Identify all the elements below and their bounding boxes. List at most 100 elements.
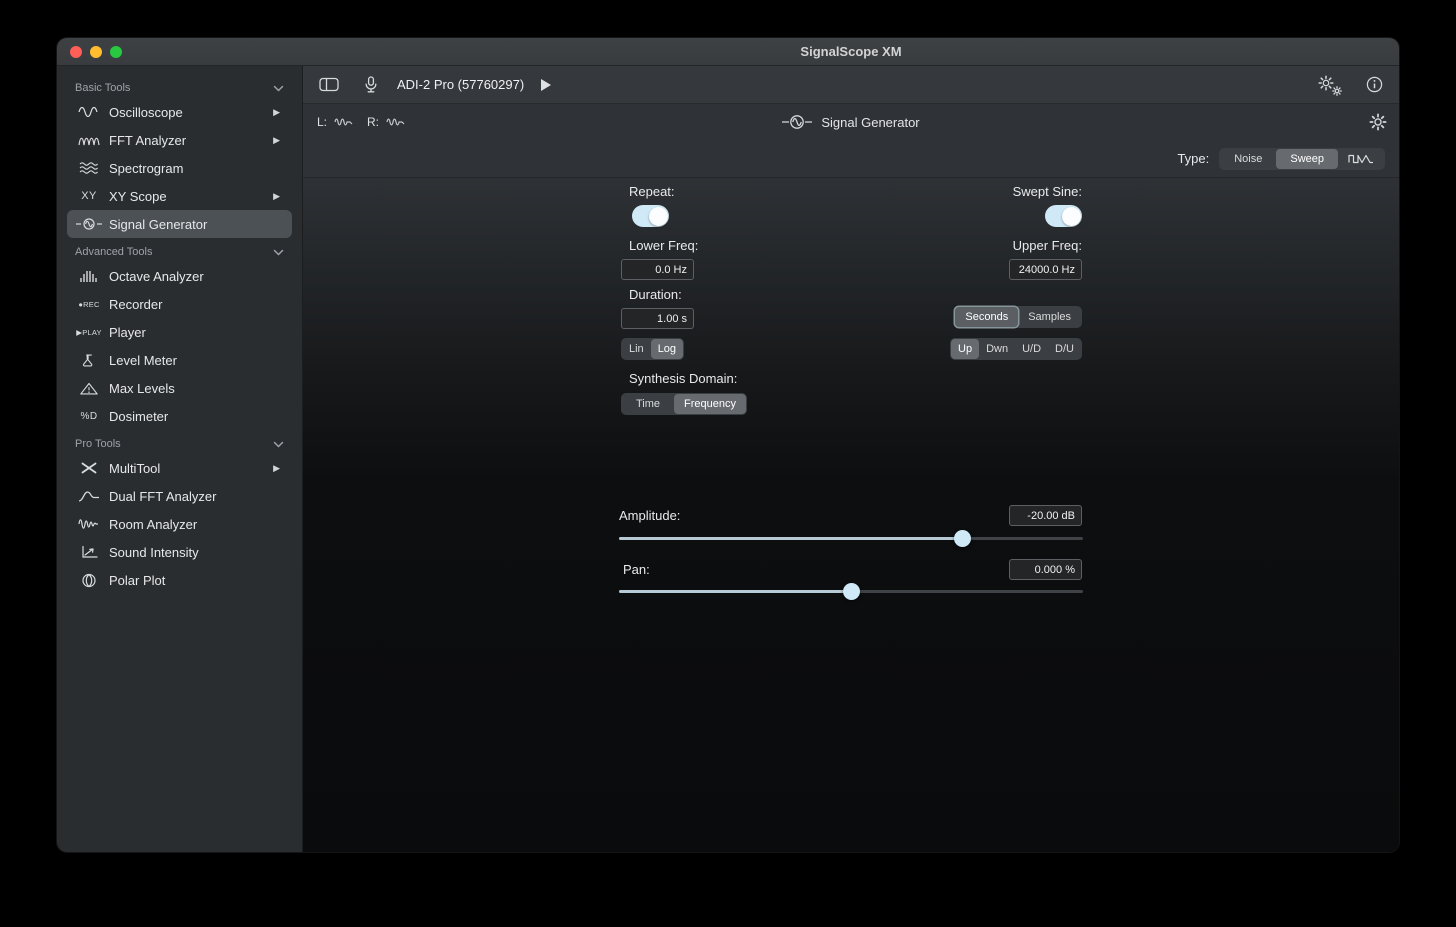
duration-unit-samples[interactable]: Samples bbox=[1018, 307, 1081, 327]
lower-freq-label: Lower Freq: bbox=[629, 238, 698, 253]
sidebar-item-label: Octave Analyzer bbox=[109, 269, 204, 284]
direction-option-ud[interactable]: U/D bbox=[1015, 339, 1048, 359]
tool-subheader: L: R: Signal Generator bbox=[303, 104, 1399, 178]
sweep-direction-segmented-control: Up Dwn U/D D/U bbox=[950, 338, 1082, 360]
sidebar-item-octave-analyzer[interactable]: Octave Analyzer bbox=[67, 262, 292, 290]
direction-option-dwn[interactable]: Dwn bbox=[979, 339, 1015, 359]
record-icon: ●REC bbox=[73, 300, 105, 309]
multitool-icon bbox=[73, 461, 105, 475]
repeat-toggle[interactable] bbox=[632, 205, 669, 227]
amplitude-slider[interactable] bbox=[618, 530, 1084, 547]
type-segmented-control: Noise Sweep bbox=[1219, 148, 1385, 170]
device-name[interactable]: ADI-2 Pro (57760297) bbox=[397, 77, 524, 92]
minimize-button[interactable] bbox=[90, 46, 102, 58]
amplitude-input[interactable] bbox=[1009, 505, 1082, 526]
lower-freq-input[interactable] bbox=[621, 259, 694, 280]
slider-fill bbox=[619, 590, 852, 593]
direction-option-du[interactable]: D/U bbox=[1048, 339, 1081, 359]
pan-slider[interactable] bbox=[618, 583, 1084, 600]
sidebar-item-label: Signal Generator bbox=[109, 217, 207, 232]
traffic-lights bbox=[70, 46, 122, 58]
right-meter-icon[interactable] bbox=[386, 116, 406, 128]
sidebar-item-xy-scope[interactable]: XY XY Scope ▶ bbox=[67, 182, 292, 210]
direction-option-up[interactable]: Up bbox=[951, 339, 979, 359]
info-button[interactable] bbox=[1366, 76, 1383, 93]
sidebar-item-spectrogram[interactable]: Spectrogram bbox=[67, 154, 292, 182]
section-header-basic-tools[interactable]: Basic Tools bbox=[67, 77, 292, 98]
sidebar-item-player[interactable]: ▶PLAY Player bbox=[67, 318, 292, 346]
pan-input[interactable] bbox=[1009, 559, 1082, 580]
pan-label: Pan: bbox=[623, 562, 650, 577]
section-label: Advanced Tools bbox=[75, 246, 152, 258]
spectrogram-icon bbox=[73, 161, 105, 175]
chevron-down-icon[interactable] bbox=[273, 85, 284, 92]
xy-scope-icon: XY bbox=[73, 190, 105, 202]
sidebar: Basic Tools Oscilloscope ▶ FFT Analyzer … bbox=[57, 66, 303, 852]
close-button[interactable] bbox=[70, 46, 82, 58]
synthesis-option-time[interactable]: Time bbox=[622, 394, 674, 414]
signal-generator-icon bbox=[782, 113, 812, 131]
sidebar-item-sound-intensity[interactable]: Sound Intensity bbox=[67, 538, 292, 566]
sidebar-item-multitool[interactable]: MultiTool ▶ bbox=[67, 454, 292, 482]
arbitrary-waveform-icon bbox=[1348, 153, 1374, 165]
octave-analyzer-icon bbox=[73, 269, 105, 283]
sidebar-item-label: Polar Plot bbox=[109, 573, 165, 588]
synthesis-option-frequency[interactable]: Frequency bbox=[674, 394, 746, 414]
section-header-pro-tools[interactable]: Pro Tools bbox=[67, 433, 292, 454]
duration-input[interactable] bbox=[621, 308, 694, 329]
sidebar-item-fft-analyzer[interactable]: FFT Analyzer ▶ bbox=[67, 126, 292, 154]
level-meter-icon bbox=[73, 353, 105, 368]
chevron-down-icon[interactable] bbox=[273, 441, 284, 448]
sidebar-item-level-meter[interactable]: Level Meter bbox=[67, 346, 292, 374]
input-device-button[interactable] bbox=[363, 76, 379, 93]
tool-settings-button[interactable] bbox=[1369, 113, 1387, 131]
oscilloscope-icon bbox=[73, 105, 105, 119]
toggle-knob bbox=[649, 207, 668, 226]
sidebar-item-oscilloscope[interactable]: Oscilloscope ▶ bbox=[67, 98, 292, 126]
signal-generator-icon bbox=[73, 217, 105, 231]
left-meter-icon[interactable] bbox=[334, 116, 354, 128]
sidebar-toggle-icon bbox=[319, 77, 339, 92]
sidebar-item-polar-plot[interactable]: Polar Plot bbox=[67, 566, 292, 594]
play-button[interactable] bbox=[540, 78, 552, 92]
swept-sine-toggle[interactable] bbox=[1045, 205, 1082, 227]
chevron-down-icon[interactable] bbox=[273, 249, 284, 256]
sound-intensity-icon bbox=[73, 545, 105, 559]
amplitude-slider-thumb[interactable] bbox=[954, 530, 971, 547]
scale-option-lin[interactable]: Lin bbox=[622, 339, 651, 359]
sidebar-item-max-levels[interactable]: Max Levels bbox=[67, 374, 292, 402]
sidebar-item-room-analyzer[interactable]: Room Analyzer bbox=[67, 510, 292, 538]
type-option-arbitrary-waveform[interactable] bbox=[1338, 151, 1384, 167]
scale-option-log[interactable]: Log bbox=[651, 339, 683, 359]
app-window: SignalScope XM Basic Tools Oscilloscope … bbox=[57, 38, 1399, 852]
gear-icon bbox=[1369, 113, 1387, 131]
sidebar-item-dosimeter[interactable]: %D Dosimeter bbox=[67, 402, 292, 430]
sidebar-item-label: XY Scope bbox=[109, 189, 167, 204]
max-levels-icon bbox=[73, 381, 105, 396]
settings-gears-button[interactable] bbox=[1318, 75, 1340, 94]
expand-arrow-icon[interactable]: ▶ bbox=[273, 191, 286, 202]
tool-header: Signal Generator bbox=[303, 104, 1399, 140]
section-header-advanced-tools[interactable]: Advanced Tools bbox=[67, 241, 292, 262]
upper-freq-input[interactable] bbox=[1009, 259, 1082, 280]
duration-label: Duration: bbox=[629, 287, 682, 302]
sidebar-toggle-button[interactable] bbox=[319, 77, 339, 92]
settings-gears-icon bbox=[1318, 75, 1340, 94]
sidebar-item-label: Recorder bbox=[109, 297, 162, 312]
sweep-scale-segmented-control: Lin Log bbox=[621, 338, 684, 360]
type-option-noise[interactable]: Noise bbox=[1220, 149, 1276, 169]
zoom-button[interactable] bbox=[110, 46, 122, 58]
toolbar: ADI-2 Pro (57760297) bbox=[303, 66, 1399, 104]
expand-arrow-icon[interactable]: ▶ bbox=[273, 463, 286, 474]
type-option-sweep[interactable]: Sweep bbox=[1276, 149, 1338, 169]
slider-fill bbox=[619, 537, 964, 540]
right-channel-label: R: bbox=[367, 115, 379, 129]
expand-arrow-icon[interactable]: ▶ bbox=[273, 135, 286, 146]
expand-arrow-icon[interactable]: ▶ bbox=[273, 107, 286, 118]
sidebar-item-recorder[interactable]: ●REC Recorder bbox=[67, 290, 292, 318]
info-icon bbox=[1366, 76, 1383, 93]
sidebar-item-dual-fft-analyzer[interactable]: Dual FFT Analyzer bbox=[67, 482, 292, 510]
pan-slider-thumb[interactable] bbox=[843, 583, 860, 600]
duration-unit-seconds[interactable]: Seconds bbox=[955, 307, 1018, 327]
sidebar-item-signal-generator[interactable]: Signal Generator bbox=[67, 210, 292, 238]
